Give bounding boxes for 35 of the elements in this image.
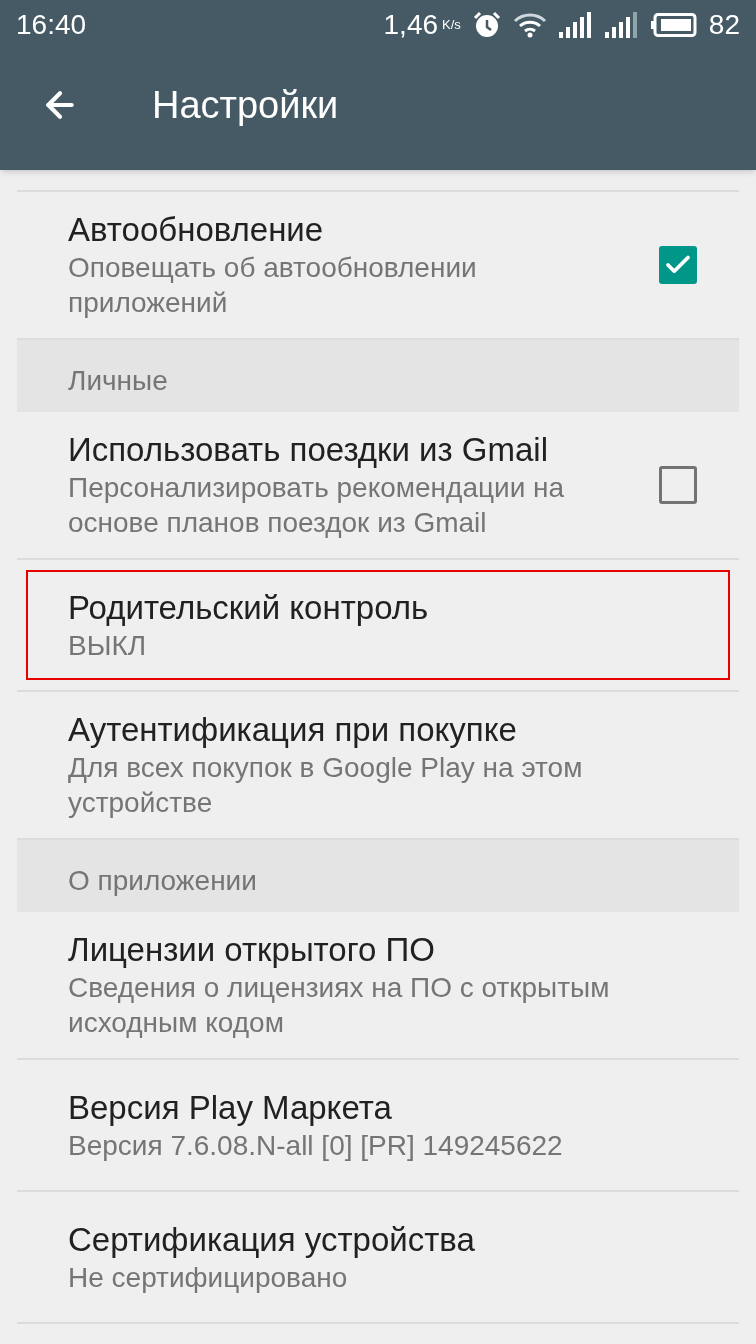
setting-summary: Для всех покупок в Google Play на этом устройстве xyxy=(68,751,584,820)
signal-icon xyxy=(604,12,639,38)
network-speed: 1,46 xyxy=(383,8,439,42)
setting-item[interactable]: Версия Play Маркета Версия 7.6.08.N-all [0] [PR] 149245622 xyxy=(26,1070,730,1180)
alarm-clock-icon xyxy=(472,11,501,39)
setting-summary: Оповещать об автообновлении приложений xyxy=(68,251,478,320)
setting-item[interactable]: Автообновление Оповещать об автообновлении приложений xyxy=(26,202,730,328)
setting-item[interactable]: Сертификация устройства Не сертифицировано xyxy=(26,1202,730,1312)
setting-title: Сертификация устройства xyxy=(68,1219,476,1260)
setting-item[interactable]: Родительский контроль ВЫКЛ xyxy=(26,570,730,680)
setting-title: Версия Play Маркета xyxy=(68,1087,393,1128)
setting-title: Использовать поездки из Gmail xyxy=(68,430,549,470)
wifi-icon xyxy=(512,12,547,38)
setting-summary: Не сертифицировано xyxy=(68,1260,349,1295)
signal-icon xyxy=(558,12,593,38)
setting-summary: Сведения о лицензиях на ПО с открытым исходным кодом xyxy=(68,971,611,1040)
setting-summary: Версия 7.6.08.N-all [0] [PR] 149245622 xyxy=(68,1128,564,1163)
status-time: 16:40 xyxy=(16,8,87,42)
setting-item[interactable]: Использовать поездки из Gmail Персонализировать рекомендации на основе планов поездок из Gmail xyxy=(26,422,730,548)
section-header: Личные xyxy=(17,340,739,412)
speed-unit: K/s xyxy=(442,16,461,35)
setting-title: Автообновление xyxy=(68,210,325,250)
battery-level: 82 xyxy=(708,8,740,42)
battery-icon xyxy=(650,13,697,37)
checkbox[interactable] xyxy=(659,246,697,284)
setting-title: Родительский контроль xyxy=(68,587,430,628)
setting-item[interactable]: Лицензии открытого ПО Сведения о лицензиях на ПО с открытым исходным кодом xyxy=(26,922,730,1048)
checkbox[interactable] xyxy=(659,466,697,504)
setting-item[interactable]: Аутентификация при покупке Для всех покупок в Google Play на этом устройстве xyxy=(26,702,730,828)
setting-title: Лицензии открытого ПО xyxy=(68,930,436,970)
setting-title: Аутентификация при покупке xyxy=(68,710,518,750)
setting-summary: Персонализировать рекомендации на основе планов поездок из Gmail xyxy=(68,471,566,540)
section-header: О приложении xyxy=(17,840,739,912)
app-bar-title: Настройки xyxy=(152,82,339,128)
setting-summary: ВЫКЛ xyxy=(68,628,148,663)
